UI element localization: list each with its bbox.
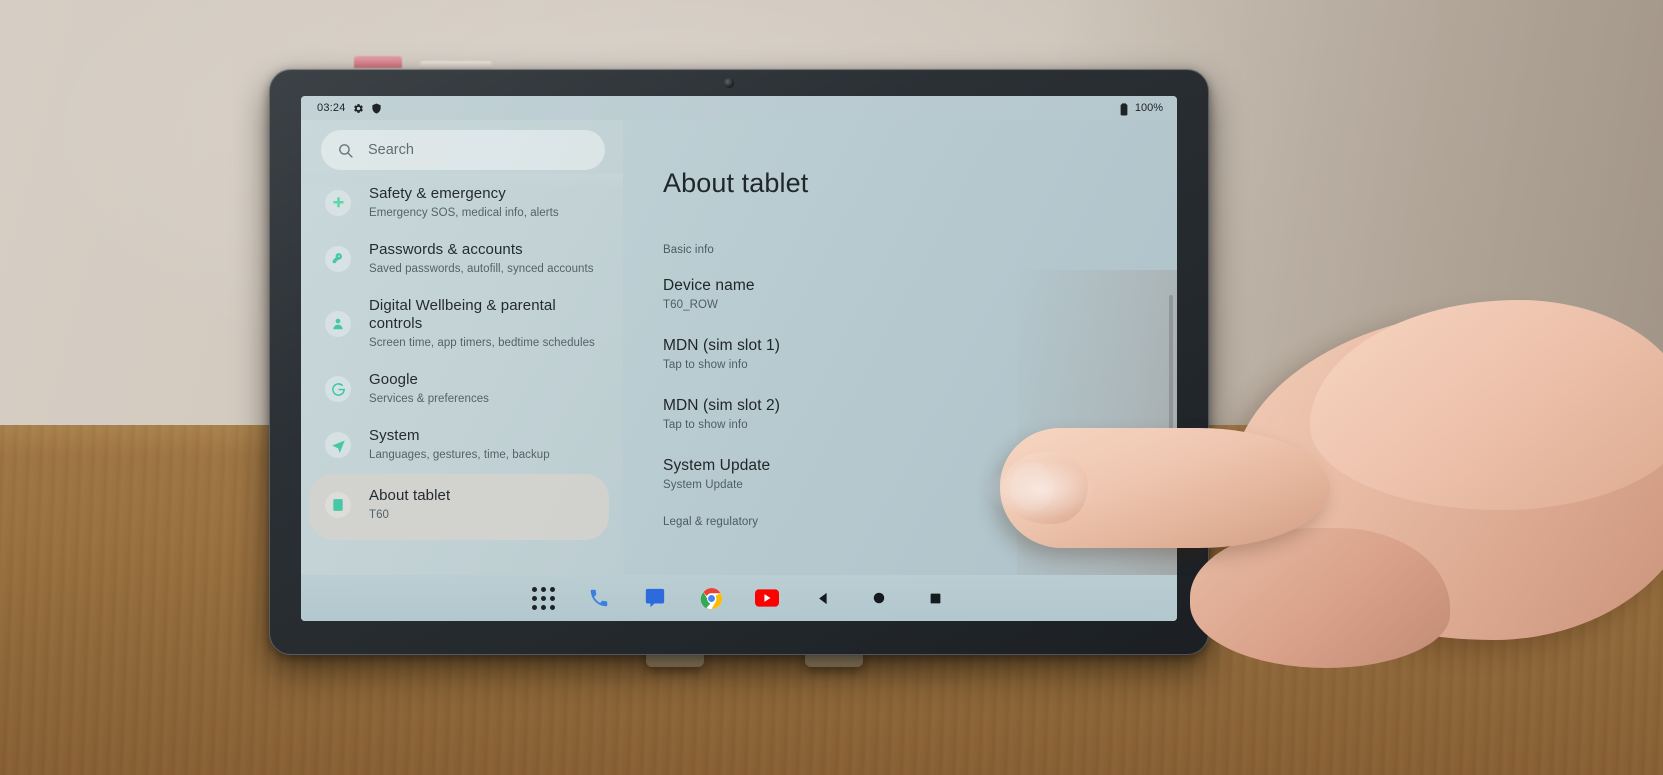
recents-nav-icon[interactable] — [922, 585, 948, 611]
settings-content-pane: About tablet Basic info Device name T60_… — [623, 120, 1177, 575]
sidebar-item-title: Digital Wellbeing & parental controls — [369, 297, 556, 332]
home-nav-icon[interactable] — [866, 585, 892, 611]
sidebar-item-about-tablet[interactable]: About tablet T60 — [309, 474, 609, 540]
chrome-icon[interactable] — [698, 585, 724, 611]
sidebar-item-passwords-accounts[interactable]: Passwords & accounts Saved passwords, au… — [309, 232, 609, 286]
section-label-basic-info: Basic info — [663, 244, 714, 256]
sidebar-item-google[interactable]: Google Services & preferences — [309, 362, 609, 416]
battery-full-icon — [1120, 102, 1131, 115]
setting-row-title: System Update — [663, 457, 771, 474]
search-icon — [337, 142, 354, 159]
setting-row-value: T60_ROW — [663, 299, 719, 311]
sidebar-item-title: About tablet — [369, 487, 451, 504]
sidebar-item-subtitle: Emergency SOS, medical info, alerts — [369, 207, 559, 219]
messages-icon[interactable] — [642, 585, 668, 611]
tablet-info-icon — [321, 488, 355, 522]
setting-row-mdn-sim-slot-2[interactable]: MDN (sim slot 2) Tap to show info — [663, 396, 1177, 431]
sidebar-item-subtitle: Services & preferences — [369, 393, 489, 405]
settings-sidebar: Safety & emergency Emergency SOS, medica… — [301, 120, 623, 575]
search-input[interactable] — [368, 142, 589, 158]
content-scrollbar[interactable] — [1169, 295, 1173, 455]
setting-row-title: MDN (sim slot 1) — [663, 337, 780, 354]
background-object-pink — [354, 56, 402, 68]
app-drawer-icon[interactable] — [530, 585, 556, 611]
sidebar-item-title: Safety & emergency — [369, 185, 506, 202]
settings-body: Safety & emergency Emergency SOS, medica… — [301, 120, 1177, 575]
sidebar-item-title: System — [369, 427, 420, 444]
page-title: About tablet — [663, 168, 809, 198]
gear-icon — [353, 103, 364, 114]
setting-row-value: Tap to show info — [663, 419, 748, 431]
phone-icon[interactable] — [586, 585, 612, 611]
sidebar-item-digital-wellbeing[interactable]: Digital Wellbeing & parental controls Sc… — [309, 288, 609, 360]
status-bar: 03:24 100% — [301, 96, 1177, 120]
front-camera-icon — [724, 78, 734, 88]
search-container — [301, 120, 623, 174]
setting-row-system-update[interactable]: System Update System Update — [663, 456, 1177, 491]
sidebar-item-title: Passwords & accounts — [369, 241, 523, 258]
search-bar[interactable] — [321, 130, 605, 170]
sidebar-item-subtitle: Languages, gestures, time, backup — [369, 449, 550, 461]
sidebar-item-subtitle: T60 — [369, 509, 389, 521]
setting-row-value: Tap to show info — [663, 359, 748, 371]
scene: 03:24 100% Search Safety & emergency Eme… — [0, 0, 1663, 775]
sidebar-item-title: Google — [369, 371, 418, 388]
section-label-legal-regulatory: Legal & regulatory — [663, 516, 759, 528]
setting-row-title: Device name — [663, 277, 755, 294]
back-nav-icon[interactable] — [810, 585, 836, 611]
setting-row-value: System Update — [663, 479, 743, 491]
setting-row-device-name[interactable]: Device name T60_ROW — [663, 276, 1177, 311]
settings-nav-list: Safety & emergency Emergency SOS, medica… — [301, 174, 623, 540]
key-icon — [321, 242, 355, 276]
system-info-icon — [321, 428, 355, 462]
sidebar-item-subtitle: Screen time, app timers, bedtime schedul… — [369, 337, 595, 349]
taskbar — [301, 575, 1177, 621]
google-g-icon — [321, 372, 355, 406]
tablet-screen: 03:24 100% Search Safety & emergency Eme… — [301, 96, 1177, 621]
status-bar-clock: 03:24 — [317, 102, 346, 114]
android-settings-app: 03:24 100% Search Safety & emergency Eme… — [301, 96, 1177, 621]
sidebar-item-subtitle: Saved passwords, autofill, synced accoun… — [369, 263, 594, 275]
youtube-icon[interactable] — [754, 585, 780, 611]
setting-row-mdn-sim-slot-1[interactable]: MDN (sim slot 1) Tap to show info — [663, 336, 1177, 371]
tablet-device: 03:24 100% Search Safety & emergency Eme… — [269, 69, 1209, 655]
setting-row-title: MDN (sim slot 2) — [663, 397, 780, 414]
shield-icon — [371, 102, 382, 114]
sidebar-item-system[interactable]: System Languages, gestures, time, backup — [309, 418, 609, 472]
battery-percentage: 100% — [1134, 102, 1163, 114]
safety-emergency-icon — [321, 186, 355, 220]
person-icon — [321, 307, 355, 341]
sidebar-item-safety-emergency[interactable]: Safety & emergency Emergency SOS, medica… — [309, 176, 609, 230]
